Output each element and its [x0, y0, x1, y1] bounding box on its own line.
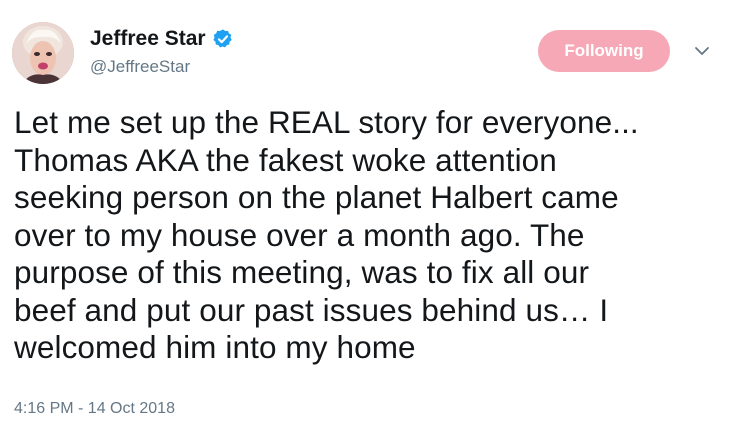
avatar[interactable] — [12, 22, 74, 84]
following-button[interactable]: Following — [538, 30, 670, 72]
chevron-down-icon[interactable] — [693, 42, 711, 60]
verified-badge-icon — [212, 28, 234, 50]
tweet-timestamp[interactable]: 4:16 PM - 14 Oct 2018 — [14, 398, 175, 420]
author-row: Jeffree Star — [90, 26, 234, 52]
avatar-image — [12, 22, 74, 84]
author-display-name[interactable]: Jeffree Star — [90, 26, 206, 52]
tweet-card: Jeffree Star @JeffreeStar Following Let … — [0, 0, 736, 430]
author-handle[interactable]: @JeffreeStar — [90, 56, 190, 78]
tweet-text: Let me set up the REAL story for everyon… — [14, 104, 639, 365]
